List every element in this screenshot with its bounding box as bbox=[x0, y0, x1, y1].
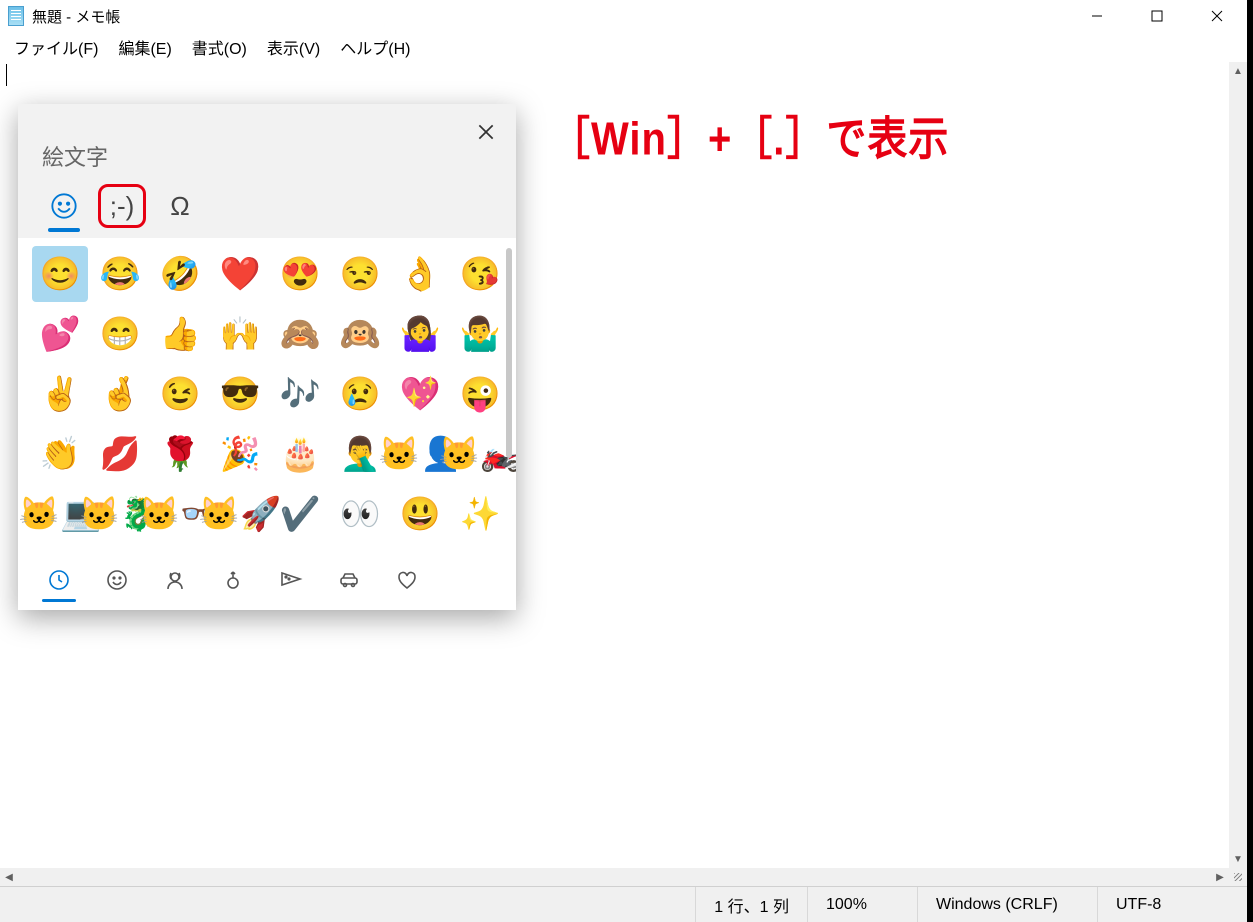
emoji-item[interactable]: ✌️ bbox=[32, 366, 88, 422]
resize-grip[interactable] bbox=[1229, 868, 1247, 886]
category-recent[interactable] bbox=[32, 560, 86, 600]
vertical-scrollbar[interactable]: ▲ ▼ bbox=[1229, 62, 1247, 868]
menu-file[interactable]: ファイル(F) bbox=[4, 31, 108, 63]
emoji-category-bar bbox=[18, 554, 516, 610]
emoji-item[interactable]: ❤️ bbox=[212, 246, 268, 302]
emoji-item[interactable]: 🐱‍🚀 bbox=[212, 486, 268, 542]
emoji-tab-bar: ;-) Ω bbox=[18, 180, 516, 238]
emoji-panel-title: 絵文字 bbox=[42, 145, 108, 170]
tab-emoji[interactable] bbox=[40, 184, 88, 228]
status-line-ending: Windows (CRLF) bbox=[917, 887, 1097, 922]
emoji-item[interactable]: 💖 bbox=[392, 366, 448, 422]
category-people[interactable] bbox=[148, 560, 202, 600]
emoji-item[interactable]: 😜 bbox=[452, 366, 508, 422]
emoji-item[interactable]: 👍 bbox=[152, 306, 208, 362]
scroll-left-icon[interactable]: ◀ bbox=[0, 868, 18, 886]
category-symbols[interactable] bbox=[380, 560, 434, 600]
scroll-down-icon[interactable]: ▼ bbox=[1229, 850, 1247, 868]
category-food[interactable] bbox=[264, 560, 318, 600]
emoji-item[interactable]: 🐱‍🏍 bbox=[452, 426, 508, 482]
tab-symbols[interactable]: Ω bbox=[156, 184, 204, 228]
emoji-item[interactable]: 🤷‍♀️ bbox=[392, 306, 448, 362]
emoji-item[interactable]: 💕 bbox=[32, 306, 88, 362]
emoji-item[interactable]: 😃 bbox=[392, 486, 448, 542]
emoji-item[interactable]: 🙉 bbox=[332, 306, 388, 362]
category-celebration[interactable] bbox=[206, 560, 260, 600]
horizontal-scrollbar[interactable]: ◀ ▶ bbox=[0, 868, 1229, 886]
title-bar: 無題 - メモ帳 bbox=[0, 0, 1247, 32]
menu-help[interactable]: ヘルプ(H) bbox=[330, 31, 420, 63]
category-transport[interactable] bbox=[322, 560, 376, 600]
emoji-grid-scrollbar[interactable] bbox=[506, 248, 512, 458]
emoji-item[interactable]: 💋 bbox=[92, 426, 148, 482]
menu-edit[interactable]: 編集(E) bbox=[108, 31, 181, 63]
tab-kaomoji[interactable]: ;-) bbox=[98, 184, 146, 228]
menu-format[interactable]: 書式(O) bbox=[182, 31, 257, 63]
emoji-item[interactable]: ✔️ bbox=[272, 486, 328, 542]
text-cursor bbox=[6, 64, 7, 86]
emoji-item[interactable]: 😢 bbox=[332, 366, 388, 422]
emoji-item[interactable]: 🙌 bbox=[212, 306, 268, 362]
maximize-button[interactable] bbox=[1127, 0, 1187, 32]
emoji-item[interactable]: 😉 bbox=[152, 366, 208, 422]
emoji-item[interactable]: 🤷‍♂️ bbox=[452, 306, 508, 362]
emoji-item[interactable]: 😊 bbox=[32, 246, 88, 302]
scroll-right-icon[interactable]: ▶ bbox=[1211, 868, 1229, 886]
notepad-icon bbox=[8, 6, 24, 26]
emoji-item[interactable]: 😂 bbox=[92, 246, 148, 302]
emoji-item[interactable]: 👌 bbox=[392, 246, 448, 302]
emoji-item[interactable]: 🤣 bbox=[152, 246, 208, 302]
emoji-item[interactable]: 🤞 bbox=[92, 366, 148, 422]
emoji-item[interactable]: 🎂 bbox=[272, 426, 328, 482]
emoji-item[interactable]: 🙈 bbox=[272, 306, 328, 362]
minimize-button[interactable] bbox=[1067, 0, 1127, 32]
emoji-item[interactable]: 😘 bbox=[452, 246, 508, 302]
menu-bar: ファイル(F) 編集(E) 書式(O) 表示(V) ヘルプ(H) bbox=[0, 32, 1247, 62]
status-encoding: UTF-8 bbox=[1097, 887, 1247, 922]
emoji-item[interactable]: 🎉 bbox=[212, 426, 268, 482]
menu-view[interactable]: 表示(V) bbox=[257, 31, 330, 63]
emoji-item[interactable]: 😍 bbox=[272, 246, 328, 302]
annotation-overlay: ［Win］+［.］で表示 bbox=[550, 102, 949, 169]
emoji-item[interactable]: 😎 bbox=[212, 366, 268, 422]
status-zoom: 100% bbox=[807, 887, 917, 922]
emoji-item[interactable]: 😒 bbox=[332, 246, 388, 302]
emoji-item[interactable]: 🎶 bbox=[272, 366, 328, 422]
emoji-item[interactable]: 🌹 bbox=[152, 426, 208, 482]
status-bar: 1 行、1 列 100% Windows (CRLF) UTF-8 bbox=[0, 886, 1247, 922]
emoji-panel-close-button[interactable] bbox=[472, 118, 500, 146]
close-button[interactable] bbox=[1187, 0, 1247, 32]
emoji-item[interactable]: 😁 bbox=[92, 306, 148, 362]
status-cursor-position: 1 行、1 列 bbox=[695, 887, 807, 922]
emoji-item[interactable]: 👀 bbox=[332, 486, 388, 542]
emoji-grid: 😊😂🤣❤️😍😒👌😘💕😁👍🙌🙈🙉🤷‍♀️🤷‍♂️✌️🤞😉😎🎶😢💖😜👏💋🌹🎉🎂🤦‍♂… bbox=[32, 246, 502, 542]
emoji-item[interactable]: 👏 bbox=[32, 426, 88, 482]
category-smileys[interactable] bbox=[90, 560, 144, 600]
scroll-up-icon[interactable]: ▲ bbox=[1229, 62, 1247, 80]
window-title: 無題 - メモ帳 bbox=[32, 6, 120, 27]
emoji-item[interactable]: ✨ bbox=[452, 486, 508, 542]
emoji-picker-panel: 絵文字 ;-) Ω 😊😂🤣❤️😍😒👌😘💕😁👍🙌🙈🙉🤷‍♀️🤷‍♂️✌️🤞😉😎🎶😢… bbox=[18, 104, 516, 610]
